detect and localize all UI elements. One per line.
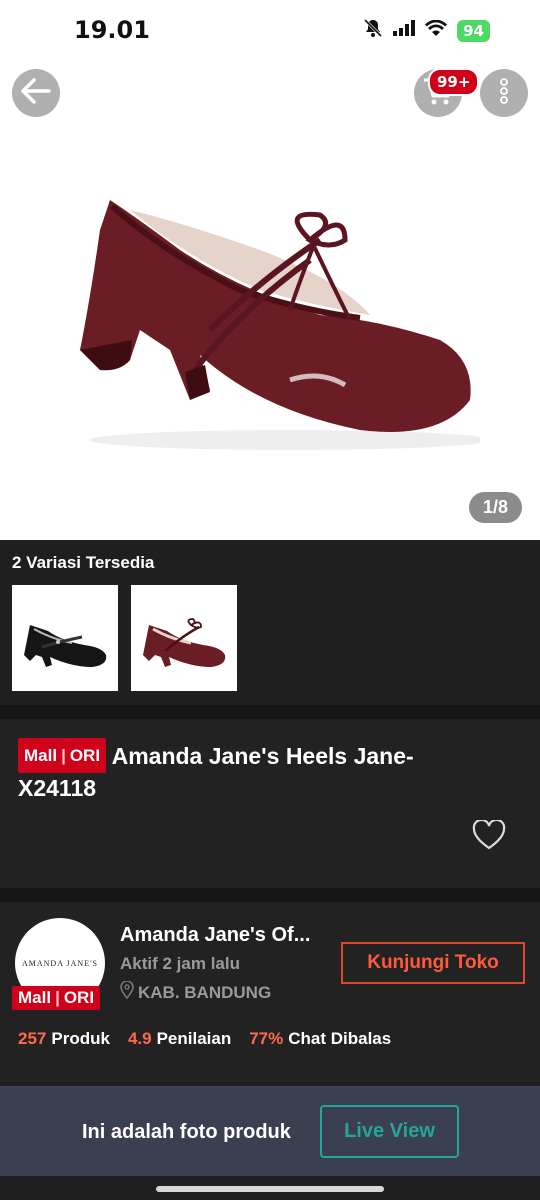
stat-products-label: Produk <box>51 1029 110 1048</box>
more-options-button[interactable] <box>480 69 528 117</box>
arrow-left-icon <box>20 77 52 110</box>
variant-thumbnail-black[interactable] <box>12 585 118 691</box>
mall-ori-badge: Mall | ORI <box>18 738 107 773</box>
home-indicator[interactable] <box>156 1186 384 1192</box>
image-counter: 1/8 <box>468 492 522 523</box>
stat-chat: 77% Chat Dibalas <box>249 1029 391 1049</box>
mall-badge-left: Mall <box>18 988 52 1007</box>
wifi-icon <box>425 19 448 41</box>
status-icons: 94 <box>363 18 490 43</box>
stat-rating-value: 4.9 <box>127 1029 152 1048</box>
product-image <box>60 140 490 475</box>
variants-title: 2 Variasi Tersedia <box>12 553 155 572</box>
stat-chat-value: 77% <box>249 1029 284 1048</box>
wishlist-heart-icon[interactable] <box>472 818 506 855</box>
battery-indicator: 94 <box>457 19 490 42</box>
back-button[interactable] <box>12 69 60 117</box>
variant-thumbnail-burgundy[interactable] <box>131 585 237 691</box>
section-divider <box>0 888 540 902</box>
shop-location: KAB. BANDUNG <box>120 980 272 1004</box>
mall-badge-right: ORI <box>69 746 101 765</box>
mall-badge-left: Mall <box>24 746 58 765</box>
mall-badge-right: ORI <box>63 988 95 1007</box>
stat-products: 257 Produk <box>18 1029 110 1049</box>
section-divider <box>0 705 540 719</box>
live-view-banner: Ini adalah foto produk Live View <box>0 1086 540 1176</box>
stat-chat-label: Chat Dibalas <box>288 1029 392 1048</box>
product-title-block: Mall | ORI Amanda Jane's Heels Jane-X24118 <box>18 738 488 804</box>
status-time: 19.01 <box>74 16 150 44</box>
shop-mall-ori-badge: Mall | ORI <box>12 986 101 1010</box>
visit-shop-button[interactable]: Kunjungi Toko <box>341 942 525 984</box>
shop-stats: 257 Produk 4.9 Penilaian 77% Chat Dibalas <box>18 1029 391 1049</box>
stat-rating-label: Penilaian <box>156 1029 232 1048</box>
product-image-gallery[interactable]: 99+ 1/8 <box>0 60 540 540</box>
shop-section: AMANDA JANE'S Mall | ORI Amanda Jane's Of.… <box>0 902 540 1082</box>
signal-icon <box>393 20 416 41</box>
location-pin-icon <box>120 980 134 1004</box>
cart-count-badge: 99+ <box>428 68 480 96</box>
status-bar: 19.01 94 <box>0 0 540 60</box>
product-detail-screen: 19.01 94 99+ 1/8 2 Variasi Tersedia Mall… <box>0 0 540 1200</box>
shop-active-status: Aktif 2 jam lalu <box>120 954 240 973</box>
banner-text: Ini adalah foto produk <box>82 1121 291 1143</box>
bell-muted-icon <box>363 18 383 43</box>
variants-section: 2 Variasi Tersedia <box>0 540 540 705</box>
stat-products-value: 257 <box>18 1029 47 1048</box>
shop-name[interactable]: Amanda Jane's Of... <box>120 924 310 947</box>
product-title-section: Mall | ORI Amanda Jane's Heels Jane-X24118 <box>0 720 540 888</box>
shop-avatar-logo: AMANDA JANE'S <box>21 958 98 968</box>
stat-rating: 4.9 Penilaian <box>128 1029 231 1049</box>
more-vertical-icon <box>499 77 509 110</box>
shop-location-text: KAB. BANDUNG <box>138 982 272 1002</box>
live-view-button[interactable]: Live View <box>320 1105 459 1158</box>
